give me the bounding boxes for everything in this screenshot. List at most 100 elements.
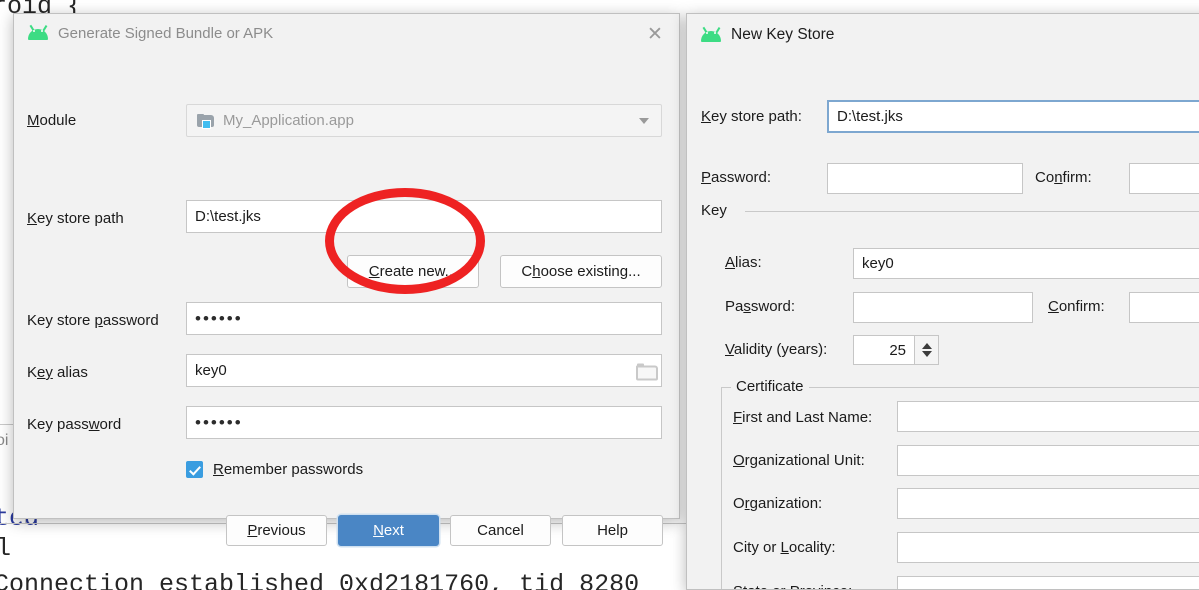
cert-field-label-3: City or Locality: — [733, 539, 836, 556]
rp-mn: R — [213, 461, 224, 478]
key-alias-value: key0 — [195, 362, 227, 379]
nks-confirm-label: Confirm: — [1035, 169, 1092, 186]
help-label: Help — [597, 522, 628, 539]
ksp-label-a: Key store — [27, 312, 95, 329]
editor-code-brace: l — [0, 534, 12, 563]
nks-ksp-mn: K — [701, 108, 712, 125]
new-key-store-dialog: New Key Store Key store path: D:\test.jk… — [686, 13, 1199, 590]
nks-key-store-path-value: D:\test.jks — [837, 108, 903, 125]
editor-code-faint: oi — [0, 432, 9, 449]
dialog-titlebar: Generate Signed Bundle or APK ✕ — [14, 14, 679, 52]
cert1-rest: rganizational Unit: — [744, 452, 865, 469]
nks-password-input[interactable] — [827, 163, 1023, 194]
cert-field-label-0: First and Last Name: — [733, 409, 872, 426]
module-combobox[interactable]: My_Application.app — [186, 104, 662, 137]
ksp-label-mn: p — [94, 312, 103, 329]
validity-stepper[interactable] — [915, 335, 939, 365]
choose-existing-mnemonic: h — [532, 263, 541, 280]
organizational-unit-input[interactable] — [897, 445, 1199, 476]
cert-field-label-1: Organizational Unit: — [733, 452, 865, 469]
android-icon — [701, 27, 721, 42]
nks-alias-mn: A — [725, 254, 736, 271]
folder-icon[interactable] — [636, 363, 655, 378]
organization-input[interactable] — [897, 488, 1199, 519]
module-label-rest: odule — [39, 112, 77, 129]
certificate-group-title: Certificate — [731, 378, 809, 395]
nks-key-alias-input[interactable]: key0 — [853, 248, 1199, 279]
nks-ksp-rest: ey store path: — [711, 108, 802, 125]
validity-label: Validity (years): — [725, 341, 827, 358]
nks-key-password-input[interactable] — [853, 292, 1033, 323]
choose-existing-rest: oose existing... — [540, 263, 641, 280]
create-new-mnemonic: C — [368, 263, 380, 280]
first-and-last-name-input[interactable] — [897, 401, 1199, 432]
stepper-up-icon[interactable] — [921, 343, 932, 349]
key-store-path-input[interactable]: D:\test.jks — [186, 200, 662, 233]
cancel-label: Cancel — [477, 522, 524, 539]
key-store-path-label-mnemonic: K — [27, 210, 38, 227]
nks-cfm-mn: n — [1054, 169, 1063, 186]
cert3-a: City or — [733, 539, 781, 556]
ka-label-a: K — [27, 364, 38, 381]
nks-kp-a: Pa — [725, 298, 744, 315]
key-password-input[interactable]: •••••• — [186, 406, 662, 439]
remember-passwords-checkbox[interactable]: Remember passwords — [186, 461, 363, 478]
ka-label-b: alias — [52, 364, 88, 381]
cert4-b: ate or Province: — [747, 583, 852, 589]
nks-password-label: Password: — [701, 169, 771, 186]
key-group-title: Key — [701, 202, 733, 219]
nks-kc-rest: onfirm: — [1058, 298, 1105, 315]
cancel-button[interactable]: Cancel — [450, 515, 551, 546]
key-password-label: Key password — [27, 416, 121, 433]
key-store-path-label: Key store path — [27, 210, 124, 227]
ksp-label-b: assword — [102, 312, 159, 329]
key-store-path-value: D:\test.jks — [195, 208, 261, 225]
module-label-mnemonic: M — [27, 112, 40, 129]
key-store-password-input[interactable]: •••••• — [186, 302, 662, 335]
key-store-password-value: •••••• — [195, 308, 243, 328]
stepper-down-icon[interactable] — [921, 351, 932, 357]
nks-kp-b: sword: — [750, 298, 796, 315]
module-label: Module — [27, 112, 76, 129]
generate-signed-bundle-dialog: Generate Signed Bundle or APK ✕ Module M… — [13, 13, 680, 546]
key-password-value: •••••• — [195, 412, 243, 432]
module-folder-icon — [197, 113, 215, 129]
kp-label-b: ord — [99, 416, 122, 433]
state-or-province-input[interactable] — [897, 576, 1199, 589]
chevron-down-icon — [639, 117, 649, 124]
key-alias-input[interactable]: key0 — [186, 354, 662, 387]
cert2-b: ganization: — [749, 495, 823, 512]
choose-existing-button[interactable]: Choose existing... — [500, 255, 662, 288]
checkbox-checked-icon — [186, 461, 203, 478]
nks-cfm-a: Co — [1035, 169, 1055, 186]
city-or-locality-input[interactable] — [897, 532, 1199, 563]
dialog-title: Generate Signed Bundle or APK — [58, 24, 274, 42]
validity-years-value: 25 — [889, 341, 906, 359]
validity-rest: alidity (years): — [733, 341, 828, 358]
cert-field-label-4: State or Province: — [733, 583, 852, 589]
key-store-password-label: Key store password — [27, 312, 159, 329]
cert2-a: O — [733, 495, 745, 512]
cert1-mn: O — [733, 452, 745, 469]
nks-key-alias-value: key0 — [862, 255, 894, 272]
cert0-rest: irst and Last Name: — [742, 409, 873, 426]
create-new-rest: reate new... — [379, 263, 458, 280]
key-group-line — [745, 211, 1199, 212]
nks-alias-rest: lias: — [735, 254, 762, 271]
close-icon[interactable]: ✕ — [643, 22, 667, 46]
nks-titlebar: New Key Store — [687, 14, 1199, 56]
nks-confirm-input[interactable] — [1129, 163, 1199, 194]
create-new-button[interactable]: Create new... — [347, 255, 479, 288]
nks-key-confirm-label: Confirm: — [1048, 298, 1105, 315]
validity-years-input[interactable]: 25 — [853, 335, 915, 365]
previous-button[interactable]: Previous — [226, 515, 327, 546]
choose-existing-pre: C — [521, 263, 533, 280]
module-combobox-value: My_Application.app — [223, 112, 354, 129]
kp-label-a: Key pass — [27, 416, 89, 433]
next-rest: ext — [383, 522, 404, 539]
help-button[interactable]: Help — [562, 515, 663, 546]
nks-cfm-b: firm: — [1062, 169, 1092, 186]
nks-key-confirm-input[interactable] — [1129, 292, 1199, 323]
nks-key-store-path-input[interactable]: D:\test.jks — [827, 100, 1199, 133]
next-button[interactable]: Next — [338, 515, 439, 546]
